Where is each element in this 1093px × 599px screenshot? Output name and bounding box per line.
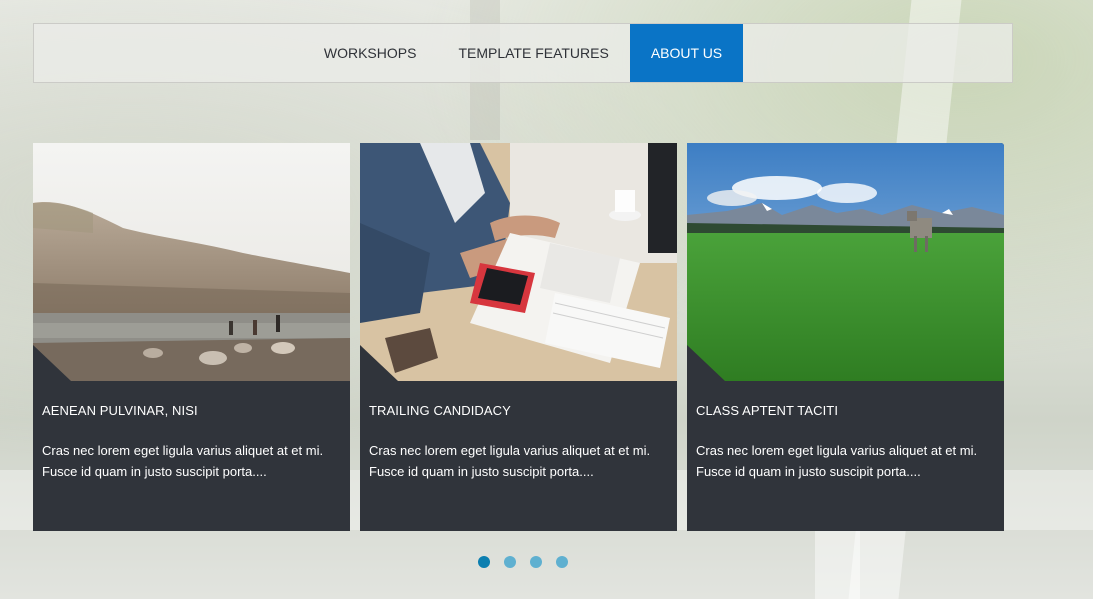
nav-item-workshops[interactable]: WORKSHOPS <box>303 24 438 82</box>
card-description: Cras nec lorem eget ligula varius alique… <box>696 443 978 479</box>
carousel-pagination <box>478 556 568 568</box>
card-title[interactable]: CLASS APTENT TACITI <box>696 403 838 418</box>
mountain-meadow-cow-photo[interactable] <box>687 143 1004 381</box>
card-title[interactable]: TRAILING CANDIDACY <box>369 403 511 418</box>
carousel-dot[interactable] <box>504 556 516 568</box>
carousel-dot[interactable] <box>478 556 490 568</box>
business-desk-photo[interactable] <box>360 143 677 381</box>
carousel-dot[interactable] <box>530 556 542 568</box>
card-title[interactable]: AENEAN PULVINAR, NISI <box>42 403 198 418</box>
main-navbar: WORKSHOPS TEMPLATE FEATURES ABOUT US <box>33 23 1013 83</box>
carousel-card[interactable]: CLASS APTENT TACITI Cras nec lorem eget … <box>687 143 1004 531</box>
card-description: Cras nec lorem eget ligula varius alique… <box>369 443 651 479</box>
carousel-card[interactable]: AENEAN PULVINAR, NISI Cras nec lorem ege… <box>33 143 350 531</box>
lake-shore-photo[interactable] <box>33 143 350 381</box>
carousel-dot[interactable] <box>556 556 568 568</box>
carousel-card[interactable]: TRAILING CANDIDACY Cras nec lorem eget l… <box>360 143 677 531</box>
card-corner-notch <box>360 345 398 381</box>
card-corner-notch <box>687 345 725 381</box>
card-corner-notch <box>33 345 71 381</box>
card-description: Cras nec lorem eget ligula varius alique… <box>42 443 324 479</box>
nav-item-about-us[interactable]: ABOUT US <box>629 24 744 82</box>
nav-item-template-features[interactable]: TEMPLATE FEATURES <box>437 24 629 82</box>
